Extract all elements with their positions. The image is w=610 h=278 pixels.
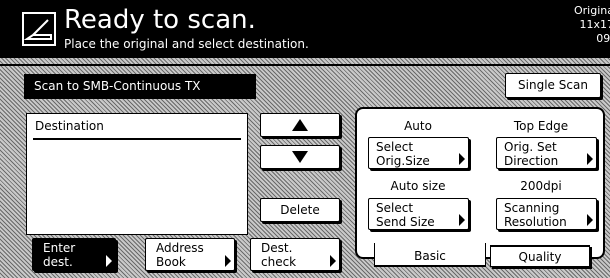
status-subtitle: Place the original and select destinatio… <box>64 37 309 51</box>
original-info: Origina 11x17 09/ <box>564 4 610 46</box>
send-size-value: Auto size <box>390 179 446 193</box>
button-label: Enter <box>43 241 76 255</box>
tab-quality[interactable]: Quality <box>490 245 590 267</box>
scroll-up-button[interactable] <box>260 113 340 137</box>
destination-divider <box>33 138 241 140</box>
destination-check-button[interactable]: Dest. check <box>250 238 340 271</box>
settings-panel: Auto Select Orig.Size Top Edge Orig. Set… <box>355 107 605 259</box>
triangle-right-icon <box>587 214 593 226</box>
job-mode-label: Scan to SMB-Continuous TX <box>24 74 256 99</box>
triangle-right-icon <box>330 255 336 267</box>
orig-size-value: Auto <box>404 119 432 133</box>
button-label: Select <box>376 140 414 154</box>
button-label: Resolution <box>504 215 567 229</box>
scan-screen: Ready to scan. Place the original and se… <box>0 0 610 278</box>
triangle-right-icon <box>106 255 112 267</box>
button-label: Book <box>156 255 186 269</box>
select-send-size-button[interactable]: Select Send Size <box>368 198 469 230</box>
destination-header: Destination <box>35 119 104 133</box>
divider <box>0 64 610 66</box>
button-label: Scanning <box>504 201 560 215</box>
triangle-right-icon <box>459 153 465 165</box>
button-label: Dest. <box>261 241 293 255</box>
status-header: Ready to scan. Place the original and se… <box>0 0 610 58</box>
triangle-right-icon <box>225 255 231 267</box>
button-label: Orig.Size <box>376 154 430 168</box>
arrow-up-icon <box>292 119 308 131</box>
address-book-button[interactable]: Address Book <box>145 238 235 271</box>
scanning-resolution-button[interactable]: Scanning Resolution <box>496 198 597 230</box>
enter-destination-button[interactable]: Enter dest. <box>32 238 116 271</box>
original-date: 09/ <box>596 32 610 45</box>
resolution-value: 200dpi <box>520 179 562 193</box>
tab-basic[interactable]: Basic <box>374 243 486 267</box>
button-label: Orig. Set <box>504 140 557 154</box>
original-label: Origina <box>574 4 610 17</box>
delete-button[interactable]: Delete <box>260 198 340 222</box>
button-label: Select <box>376 201 414 215</box>
arrow-down-icon <box>292 151 308 163</box>
document-icon <box>22 12 56 46</box>
button-label: Send Size <box>376 215 435 229</box>
triangle-right-icon <box>459 214 465 226</box>
status-title: Ready to scan. <box>64 5 256 35</box>
select-orig-size-button[interactable]: Select Orig.Size <box>368 137 469 169</box>
orig-set-direction-button[interactable]: Orig. Set Direction <box>496 137 597 169</box>
button-label: Address <box>156 241 204 255</box>
orig-direction-value: Top Edge <box>513 119 569 133</box>
button-label: dest. <box>43 255 73 269</box>
button-label: check <box>261 255 297 269</box>
destination-list[interactable]: Destination <box>26 113 248 235</box>
single-scan-button[interactable]: Single Scan <box>505 73 601 98</box>
original-size: 11x17 <box>579 18 610 31</box>
triangle-right-icon <box>587 153 593 165</box>
button-label: Direction <box>504 154 559 168</box>
scroll-down-button[interactable] <box>260 145 340 169</box>
